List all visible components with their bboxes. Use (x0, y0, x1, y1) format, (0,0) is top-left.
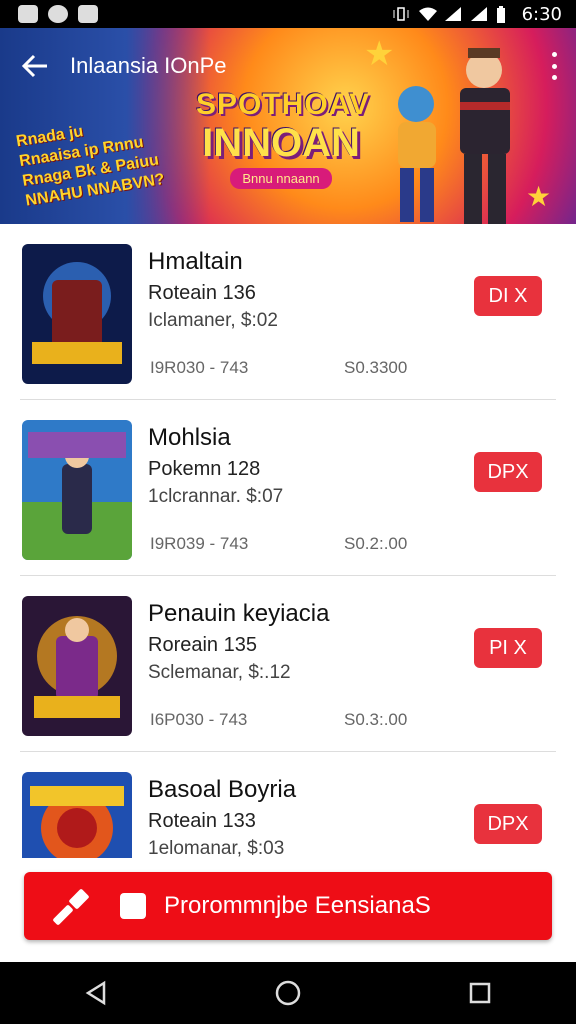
checkbox-icon (120, 893, 146, 919)
clipboard-icon (78, 5, 98, 23)
item-list: Hmaltain Roteain 136 Iclamaner, $:02 I9R… (0, 224, 576, 858)
cta-label: Prorommnjbe EensianaS (164, 892, 431, 919)
thumbnail (22, 772, 132, 858)
game-logo: SPOTHOAV INNOAN Bnnu nnaann (196, 88, 369, 189)
wifi-icon (418, 6, 437, 22)
item-price: S0.3:.00 (344, 710, 408, 729)
header-banner: Inlaansia IOnPe Rnada ju Rnaaisa ip Rnnu… (0, 28, 576, 224)
app-title: Inlaansia IOnPe (70, 53, 227, 78)
item-detail: 1elomanar, $:03 (148, 838, 285, 858)
item-name: Mohlsia (148, 424, 231, 451)
star-icon: ★ (526, 181, 552, 212)
gallery-icon (18, 5, 38, 23)
status-time: 6:30 (521, 3, 562, 25)
item-detail: Roteain 133 (148, 810, 256, 832)
battery-icon (496, 6, 514, 23)
list-item[interactable]: Hmaltain Roteain 136 Iclamaner, $:02 I9R… (0, 224, 576, 400)
item-detail: Iclamaner, $:02 (148, 310, 278, 331)
list-item[interactable]: Penauin keyiacia Roreain 135 Sclemanar, … (0, 576, 576, 752)
list-item[interactable]: Basoal Boyria Roteain 133 1elomanar, $:0… (0, 752, 576, 858)
item-name: Penauin keyiacia (148, 600, 330, 627)
vibrate-icon (392, 6, 410, 22)
primary-cta-button[interactable]: Prorommnjbe EensianaS (24, 872, 552, 940)
nav-home-icon[interactable] (258, 963, 318, 1023)
status-bar: 6:30 (0, 0, 576, 28)
more-vert-icon[interactable] (550, 52, 558, 80)
star-icon: ★ (364, 35, 395, 73)
item-name: Hmaltain (148, 248, 243, 275)
item-detail: Pokemn 128 (148, 458, 261, 480)
hero-character (380, 78, 446, 224)
notification-icon (48, 5, 68, 23)
item-action-button[interactable]: DPX (474, 452, 542, 492)
item-name: Basoal Boyria (148, 776, 297, 803)
item-detail: Sclemanar, $:.12 (148, 662, 291, 683)
item-detail: Roreain 135 (148, 634, 257, 656)
bottom-action-bar: Prorommnjbe EensianaS (0, 858, 576, 962)
arrow-back-icon[interactable] (0, 28, 70, 104)
signal-icon (470, 6, 488, 22)
thumbnail (22, 244, 132, 384)
signal-icon (444, 6, 462, 22)
item-action-button[interactable]: DPX (474, 804, 542, 844)
system-nav-bar (0, 962, 576, 1024)
item-code: I9R030 - 743 (150, 358, 249, 377)
hero-character (440, 40, 524, 224)
item-detail: 1clcrannar. $:07 (148, 486, 284, 507)
nav-recents-icon[interactable] (450, 963, 510, 1023)
item-action-button[interactable]: PI X (474, 628, 542, 668)
item-action-button[interactable]: DI X (474, 276, 542, 316)
item-code: I9R039 - 743 (150, 534, 249, 553)
item-detail: Roteain 136 (148, 282, 256, 304)
nav-back-icon[interactable] (66, 963, 126, 1023)
item-price: S0.2:.00 (344, 534, 408, 553)
thumbnail (22, 420, 132, 560)
item-price: S0.3300 (344, 358, 408, 377)
list-item[interactable]: Mohlsia Pokemn 128 1clcrannar. $:07 I9R0… (0, 400, 576, 576)
thumbnail (22, 596, 132, 736)
hammer-icon (48, 881, 98, 931)
item-code: I6P030 - 743 (150, 710, 248, 729)
